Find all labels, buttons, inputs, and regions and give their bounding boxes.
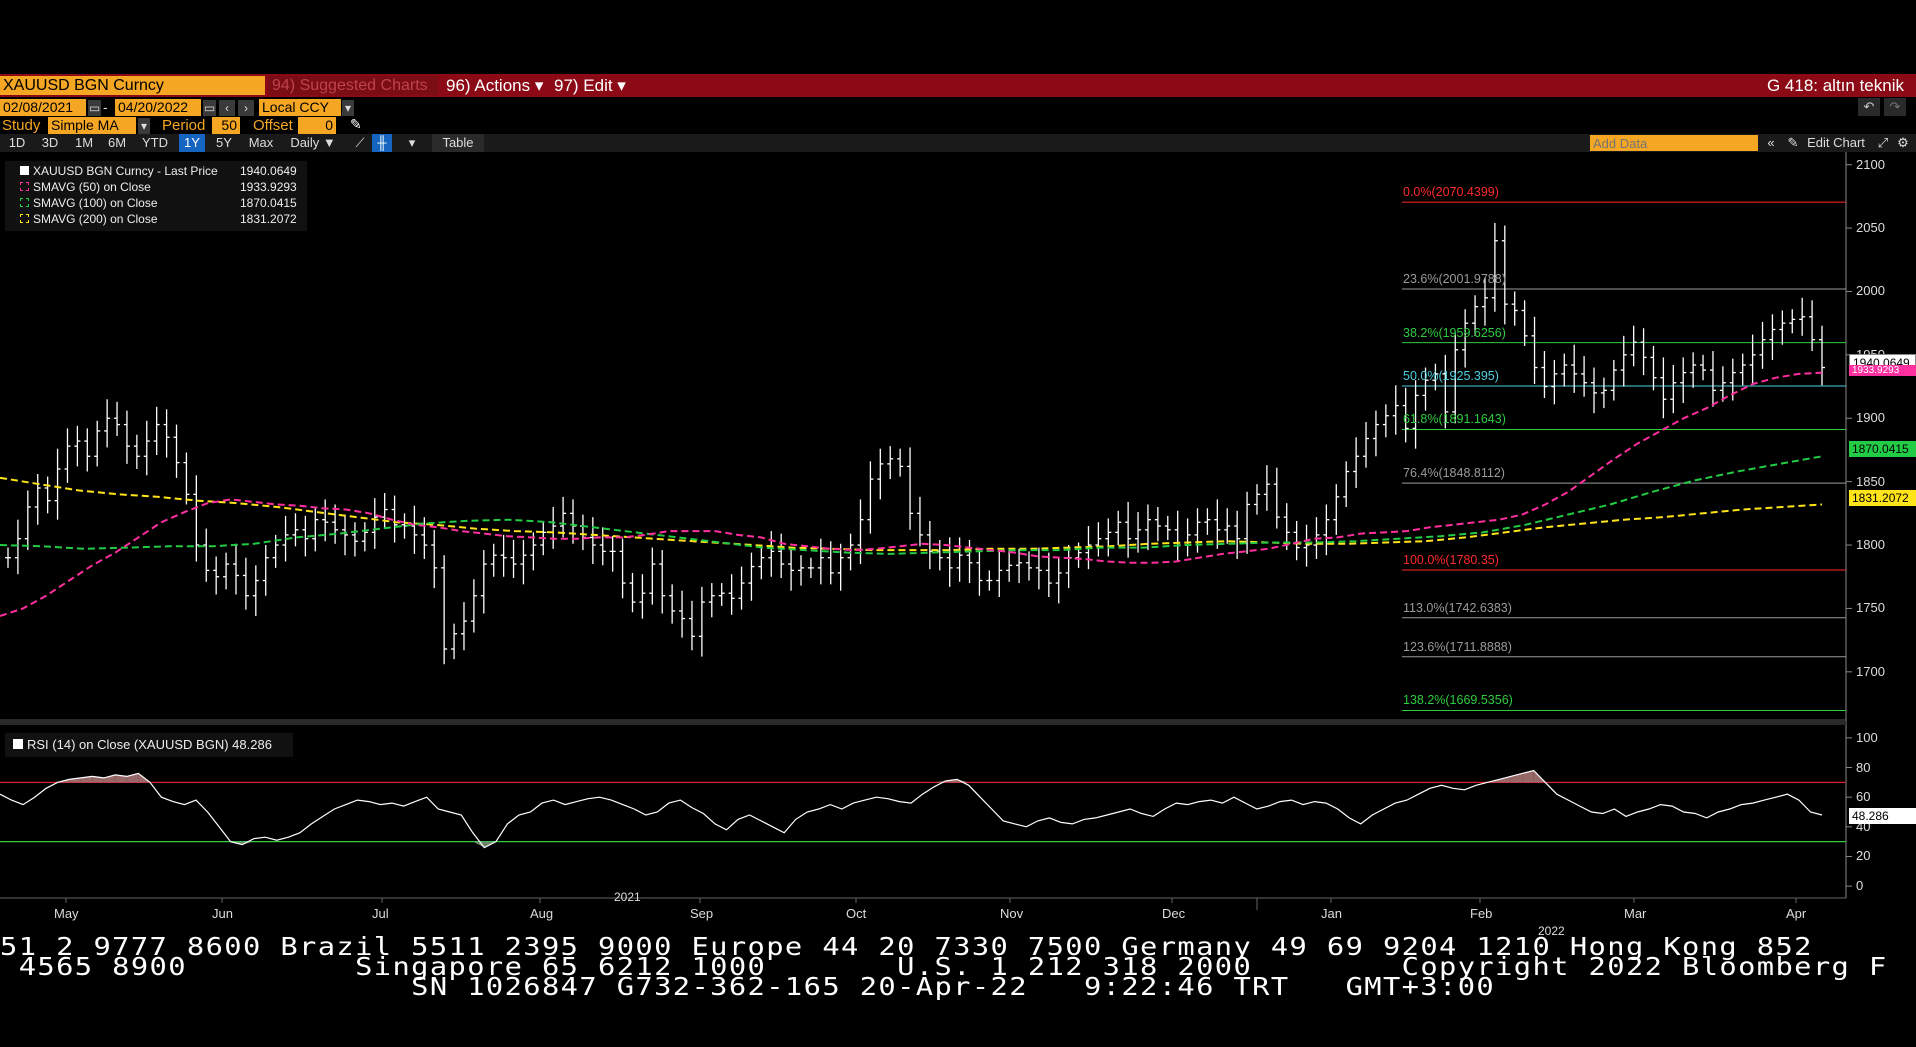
y-tick-label: 1800 <box>1856 537 1885 553</box>
fibonacci-level-label: 138.2%(1669.5356) <box>1403 693 1513 708</box>
fibonacci-level-label: 0.0%(2070.4399) <box>1403 185 1499 200</box>
x-label-jul: Jul <box>372 906 389 921</box>
x-label-dec: Dec <box>1162 906 1186 921</box>
sma200-tag: 1831.2072 <box>1849 490 1916 506</box>
legend-row-sma50: SMAVG (50) on Close <box>5 180 151 195</box>
x-label-jan: Jan <box>1321 906 1342 921</box>
fibonacci-level-label: 76.4%(1848.8112) <box>1403 466 1505 481</box>
y-tick-label: 1750 <box>1856 600 1885 616</box>
x-label-jun: Jun <box>212 906 233 921</box>
sma50-line <box>0 371 1823 617</box>
legend-row-sma200: SMAVG (200) on Close <box>5 212 158 227</box>
y-tick-label: 1900 <box>1856 410 1885 426</box>
legend-value-sma100: 1870.0415 <box>240 196 297 210</box>
fibonacci-level-label: 123.6%(1711.8888) <box>1403 639 1512 654</box>
legend-row-price: XAUUSD BGN Curncy - Last Price <box>5 164 218 179</box>
panel-splitter <box>0 721 1846 725</box>
price-chart[interactable] <box>0 0 1916 1047</box>
y-tick-label: 1850 <box>1856 473 1885 489</box>
fibonacci-level-label: 23.6%(2001.9788) <box>1403 271 1506 286</box>
y-tick-label: 2100 <box>1856 156 1885 172</box>
rsi-tick-label: 60 <box>1856 789 1871 805</box>
fibonacci-level-label: 61.8%(1891.1643) <box>1403 412 1506 427</box>
legend-swatch <box>20 214 29 223</box>
legend-row-sma100: SMAVG (100) on Close <box>5 196 158 211</box>
fibonacci-level-label: 50.0%(1925.395) <box>1403 369 1499 384</box>
x-label-feb: Feb <box>1470 906 1493 921</box>
rsi-tick-label: 80 <box>1856 759 1871 775</box>
x-label-nov: Nov <box>1000 906 1024 921</box>
legend-value-sma200: 1831.2072 <box>240 212 297 226</box>
legend-swatch <box>20 198 29 207</box>
rsi-tick-label: 20 <box>1856 848 1871 864</box>
x-label-mar: Mar <box>1624 906 1647 921</box>
fibonacci-level-label: 113.0%(1742.6383) <box>1403 600 1512 615</box>
x-label-sep: Sep <box>690 906 714 921</box>
legend-swatch <box>13 739 23 749</box>
legend-swatch <box>20 166 29 175</box>
price-legend: XAUUSD BGN Curncy - Last Price SMAVG (50… <box>5 161 307 231</box>
rsi-legend: RSI (14) on Close (XAUUSD BGN) 48.286 <box>5 733 293 757</box>
legend-value-price: 1940.0649 <box>240 164 297 178</box>
fibonacci-level-label: 100.0%(1780.35) <box>1403 552 1499 567</box>
footer-session-line: SN 1026847 G732-362-165 20-Apr-22 9:22:4… <box>0 972 1496 1001</box>
rsi-tick-label: 0 <box>1856 878 1864 894</box>
x-label-oct: Oct <box>846 906 867 921</box>
rsi-tick-label: 100 <box>1856 729 1878 745</box>
sma100-tag: 1870.0415 <box>1849 441 1916 457</box>
y-tick-label: 2000 <box>1856 283 1885 299</box>
legend-value-sma50: 1933.9293 <box>240 180 297 194</box>
x-label-aug: Aug <box>530 906 554 921</box>
y-tick-label: 2050 <box>1856 220 1885 236</box>
x-label-apr: Apr <box>1786 906 1807 921</box>
rsi-tag: 48.286 <box>1849 808 1916 824</box>
x-label-may: May <box>54 906 79 921</box>
fibonacci-level-label: 38.2%(1959.6256) <box>1403 325 1506 340</box>
y-tick-label: 1700 <box>1856 663 1885 679</box>
legend-swatch <box>20 182 29 191</box>
year-label-2021: 2021 <box>614 890 641 904</box>
sma50-tag: 1933.9293 <box>1849 365 1916 376</box>
